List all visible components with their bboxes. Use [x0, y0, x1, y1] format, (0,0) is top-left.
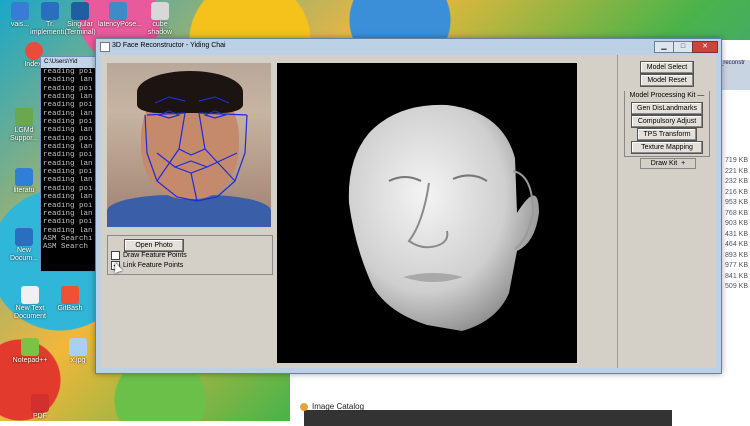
- image-icon: [151, 2, 169, 20]
- close-button[interactable]: ✕: [692, 41, 718, 53]
- text-file-icon: [21, 286, 39, 304]
- gen-landmarks-button[interactable]: Gen DisLandmarks: [631, 102, 703, 115]
- console-line: reading poi: [43, 151, 93, 160]
- desktop-icon-singular[interactable]: Singular (Terminal): [60, 2, 100, 37]
- draw-feature-points-checkbox[interactable]: Draw Feature Points: [111, 251, 187, 260]
- console-line: reading lan: [43, 209, 93, 218]
- image-catalog-link[interactable]: Image Catalog: [300, 402, 364, 411]
- document-icon: [109, 2, 127, 20]
- console-line: reading lan: [43, 226, 93, 235]
- window-title: 3D Face Reconstructor - Yiding Chai: [112, 42, 226, 49]
- desktop-icon-pdf[interactable]: PDF: [20, 394, 60, 421]
- console-line: reading poi: [43, 101, 93, 110]
- maximize-button[interactable]: □: [673, 41, 693, 53]
- desktop-icon-new-document[interactable]: New Docum...: [4, 228, 44, 263]
- texture-mapping-button[interactable]: Texture Mapping: [631, 141, 703, 154]
- console-line: reading lan: [43, 176, 93, 185]
- console-line: reading lan: [43, 93, 93, 102]
- git-icon: [61, 286, 79, 304]
- console-line: reading poi: [43, 84, 93, 93]
- left-brow: [154, 96, 186, 104]
- console-line: reading lan: [43, 159, 93, 168]
- model-processing-kit-group: Model Processing Kit — Gen DisLandmarks …: [624, 91, 710, 157]
- tool-sidebar: Model Select Model Reset Model Processin…: [617, 55, 712, 368]
- compulsory-adjust-button[interactable]: Compulsory Adjust: [631, 115, 703, 128]
- console-line: reading lan: [43, 126, 93, 135]
- catalog-icon: [300, 402, 308, 411]
- console-line: reading poi: [43, 68, 93, 76]
- console-line: ASM Searchi: [43, 234, 93, 243]
- processing-kit-header[interactable]: Model Processing Kit —: [625, 91, 709, 100]
- console-output: reading poi reading lan reading poi reading…: [41, 68, 101, 252]
- model-reset-button[interactable]: Model Reset: [640, 74, 694, 87]
- console-line: reading poi: [43, 118, 93, 127]
- console-line: ASM Search: [43, 243, 89, 252]
- document-icon: [41, 2, 59, 20]
- desktop-icon-xjpg[interactable]: x.jpg: [58, 338, 98, 365]
- desktop-icon-gitbash[interactable]: GitBash: [50, 286, 90, 313]
- photo-strip: [304, 410, 672, 426]
- tps-transform-button[interactable]: TPS Transform: [637, 128, 697, 141]
- notepad-icon: [21, 338, 39, 356]
- console-line: reading lan: [43, 193, 93, 202]
- console-window[interactable]: C:\Users\Yid reading poi reading lan readi…: [40, 56, 102, 272]
- desktop-icon-cube-shadow[interactable]: cube shadow: [140, 2, 180, 37]
- mesh-head: [348, 104, 539, 331]
- jaw-contour: [144, 114, 248, 202]
- 3d-viewport[interactable]: [277, 63, 577, 363]
- face-reconstructor-window[interactable]: 3D Face Reconstructor - Yiding Chai ▁ □ …: [95, 38, 722, 374]
- console-title: C:\Users\Yid: [41, 57, 101, 68]
- landmark-overlay: [144, 96, 248, 202]
- desktop-icon-notepadpp[interactable]: Notepad++: [10, 338, 50, 365]
- model-select-button[interactable]: Model Select: [640, 61, 694, 74]
- right-brow: [198, 96, 230, 104]
- minimize-button[interactable]: ▁: [654, 41, 674, 53]
- image-icon: [69, 338, 87, 356]
- app-client-area: Open Photo Draw Feature Points ✓ Link Fea…: [101, 55, 716, 368]
- pdf-icon: [31, 394, 49, 412]
- desktop-icon-latency[interactable]: latencyPose...: [98, 2, 142, 29]
- terminal-icon: [71, 2, 89, 20]
- word-icon: [15, 228, 33, 246]
- console-line: reading lan: [43, 76, 93, 85]
- face-grid: [146, 112, 248, 202]
- console-line: reading poi: [43, 201, 93, 210]
- nose: [178, 112, 206, 156]
- expand-toggle[interactable]: +: [681, 160, 685, 167]
- console-line: reading poi: [43, 134, 93, 143]
- face-mesh-render: [348, 104, 539, 331]
- collapse-toggle[interactable]: —: [697, 92, 704, 99]
- draw-kit-header[interactable]: Draw Kit +: [640, 158, 696, 169]
- console-line: reading poi: [43, 168, 93, 177]
- folder-icon: [15, 168, 33, 186]
- folder-icon: [11, 2, 29, 20]
- mouth: [173, 160, 209, 174]
- photo-controls-group: Open Photo Draw Feature Points ✓ Link Fea…: [107, 235, 273, 275]
- document-icon: [15, 108, 33, 126]
- app-icon: [100, 42, 110, 52]
- console-line: reading lan: [43, 143, 93, 152]
- console-line: reading poi: [43, 218, 93, 227]
- console-line: reading poi: [43, 184, 93, 193]
- reconstr-column: _reconstr: [720, 60, 750, 90]
- desktop-icon-lgmd[interactable]: LGMd Suppor...: [4, 108, 44, 143]
- desktop-icon-new-text-document[interactable]: New Text Document: [10, 286, 50, 321]
- console-line: reading lan: [43, 109, 93, 118]
- title-bar[interactable]: 3D Face Reconstructor - Yiding Chai ▁ □ …: [96, 39, 721, 55]
- checkbox-box[interactable]: [111, 251, 120, 260]
- face-photo: [107, 63, 271, 227]
- desktop-icon-literature[interactable]: literatu: [4, 168, 44, 195]
